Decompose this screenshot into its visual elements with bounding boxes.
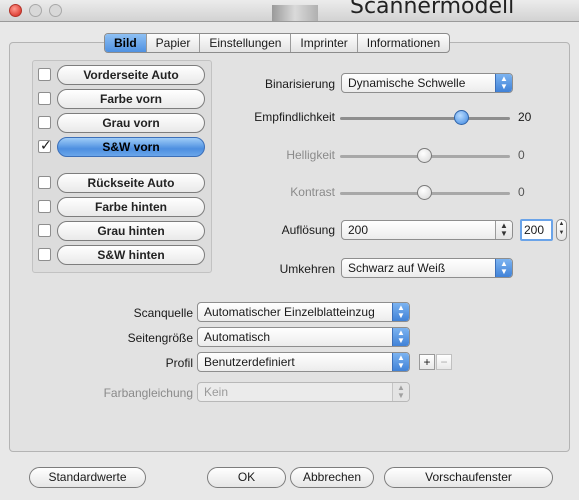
binarisierung-select[interactable]: Dynamische Schwelle ▲ ▼ — [341, 73, 513, 93]
title-bar: Scannermodell — [0, 0, 579, 22]
image-type-row: Rückseite Auto — [33, 173, 213, 193]
seitengroesse-value: Automatisch — [204, 330, 271, 344]
image-type-button[interactable]: Grau vorn — [57, 113, 205, 133]
window-title: Scannermodell — [350, 0, 515, 19]
binarisierung-value: Dynamische Schwelle — [348, 76, 466, 90]
up-down-arrows-icon: ▲ ▼ — [495, 221, 512, 239]
seitengroesse-select[interactable]: Automatisch ▲ ▼ — [197, 327, 410, 347]
image-type-list: Vorderseite Auto Farbe vorn Grau vorn ✓ … — [32, 60, 212, 273]
zoom-window-button[interactable] — [49, 4, 62, 17]
scanquelle-select[interactable]: Automatischer Einzelblatteinzug ▲ ▼ — [197, 302, 410, 322]
farbangleichung-value: Kein — [204, 385, 229, 399]
empfindlichkeit-value: 20 — [518, 110, 532, 124]
tab-bar: Bild Papier Einstellungen Imprinter Info… — [104, 33, 451, 53]
image-type-checkbox[interactable] — [38, 248, 51, 261]
helligkeit-label: Helligkeit — [286, 148, 335, 162]
image-type-button[interactable]: Rückseite Auto — [57, 173, 205, 193]
empfindlichkeit-label: Empfindlichkeit — [254, 110, 335, 124]
tab-einstellungen[interactable]: Einstellungen — [200, 34, 292, 52]
helligkeit-slider-knob[interactable] — [417, 148, 432, 163]
profil-value: Benutzerdefiniert — [204, 355, 295, 369]
aufloesung-label: Auflösung — [281, 223, 335, 237]
farbangleichung-select[interactable]: Kein ▲ ▼ — [197, 382, 410, 402]
umkehren-label: Umkehren — [279, 262, 335, 276]
seitengroesse-label: Seitengröße — [127, 331, 193, 345]
scanquelle-label: Scanquelle — [133, 306, 193, 320]
profil-add-button[interactable]: + — [419, 354, 435, 370]
image-type-row: Farbe hinten — [33, 197, 213, 217]
farbangleichung-label: Farbangleichung — [103, 386, 193, 400]
image-type-button[interactable]: S&W vorn — [57, 137, 205, 157]
image-type-checkbox[interactable]: ✓ — [38, 137, 52, 153]
profil-remove-button[interactable]: − — [436, 354, 452, 370]
image-type-checkbox[interactable] — [38, 176, 51, 189]
image-type-row: ✓ S&W vorn — [33, 137, 213, 157]
image-type-row: S&W hinten — [33, 245, 213, 265]
up-down-arrows-icon: ▲ ▼ — [495, 259, 512, 277]
tab-papier[interactable]: Papier — [147, 34, 201, 52]
image-type-checkbox[interactable] — [38, 68, 51, 81]
aufloesung-field[interactable]: 200 — [520, 219, 553, 241]
image-type-row: Farbe vorn — [33, 89, 213, 109]
image-type-button[interactable]: Vorderseite Auto — [57, 65, 205, 85]
up-down-arrows-icon: ▲ ▼ — [392, 353, 409, 371]
kontrast-slider-knob[interactable] — [417, 185, 432, 200]
close-window-button[interactable] — [9, 4, 22, 17]
helligkeit-value: 0 — [518, 148, 525, 162]
image-type-checkbox[interactable] — [38, 116, 51, 129]
umkehren-value: Schwarz auf Weiß — [348, 261, 446, 275]
defaults-button[interactable]: Standardwerte — [29, 467, 146, 488]
cancel-button[interactable]: Abbrechen — [290, 467, 374, 488]
image-type-row: Vorderseite Auto — [33, 65, 213, 85]
kontrast-value: 0 — [518, 185, 525, 199]
profil-select[interactable]: Benutzerdefiniert ▲ ▼ — [197, 352, 410, 372]
scanquelle-value: Automatischer Einzelblatteinzug — [204, 305, 375, 319]
up-down-arrows-icon: ▲ ▼ — [392, 328, 409, 346]
aufloesung-value: 200 — [348, 223, 369, 237]
aufloesung-stepper[interactable]: ▲ ▼ — [556, 219, 567, 241]
image-type-button[interactable]: Farbe vorn — [57, 89, 205, 109]
umkehren-select[interactable]: Schwarz auf Weiß ▲ ▼ — [341, 258, 513, 278]
tab-informationen[interactable]: Informationen — [358, 34, 449, 52]
binarisierung-label: Binarisierung — [264, 77, 335, 91]
up-down-arrows-icon: ▲ ▼ — [392, 383, 409, 401]
profil-label: Profil — [165, 356, 193, 370]
image-type-button[interactable]: Farbe hinten — [57, 197, 205, 217]
image-type-row: Grau hinten — [33, 221, 213, 241]
image-type-button[interactable]: Grau hinten — [57, 221, 205, 241]
up-down-arrows-icon: ▲ ▼ — [392, 303, 409, 321]
checkmark-icon: ✓ — [40, 137, 52, 153]
image-type-checkbox[interactable] — [38, 224, 51, 237]
image-type-button[interactable]: S&W hinten — [57, 245, 205, 265]
up-down-arrows-icon: ▲ ▼ — [495, 74, 512, 92]
image-type-checkbox[interactable] — [38, 92, 51, 105]
tab-bild[interactable]: Bild — [105, 34, 147, 52]
image-type-row: Grau vorn — [33, 113, 213, 133]
kontrast-label: Kontrast — [290, 185, 335, 199]
image-type-checkbox[interactable] — [38, 200, 51, 213]
tab-imprinter[interactable]: Imprinter — [291, 34, 358, 52]
window-proxy-icon — [272, 5, 318, 21]
preview-button[interactable]: Vorschaufenster — [384, 467, 553, 488]
aufloesung-select[interactable]: 200 ▲ ▼ — [341, 220, 513, 240]
ok-button[interactable]: OK — [207, 467, 286, 488]
empfindlichkeit-slider[interactable] — [340, 117, 510, 120]
minimize-window-button[interactable] — [29, 4, 42, 17]
